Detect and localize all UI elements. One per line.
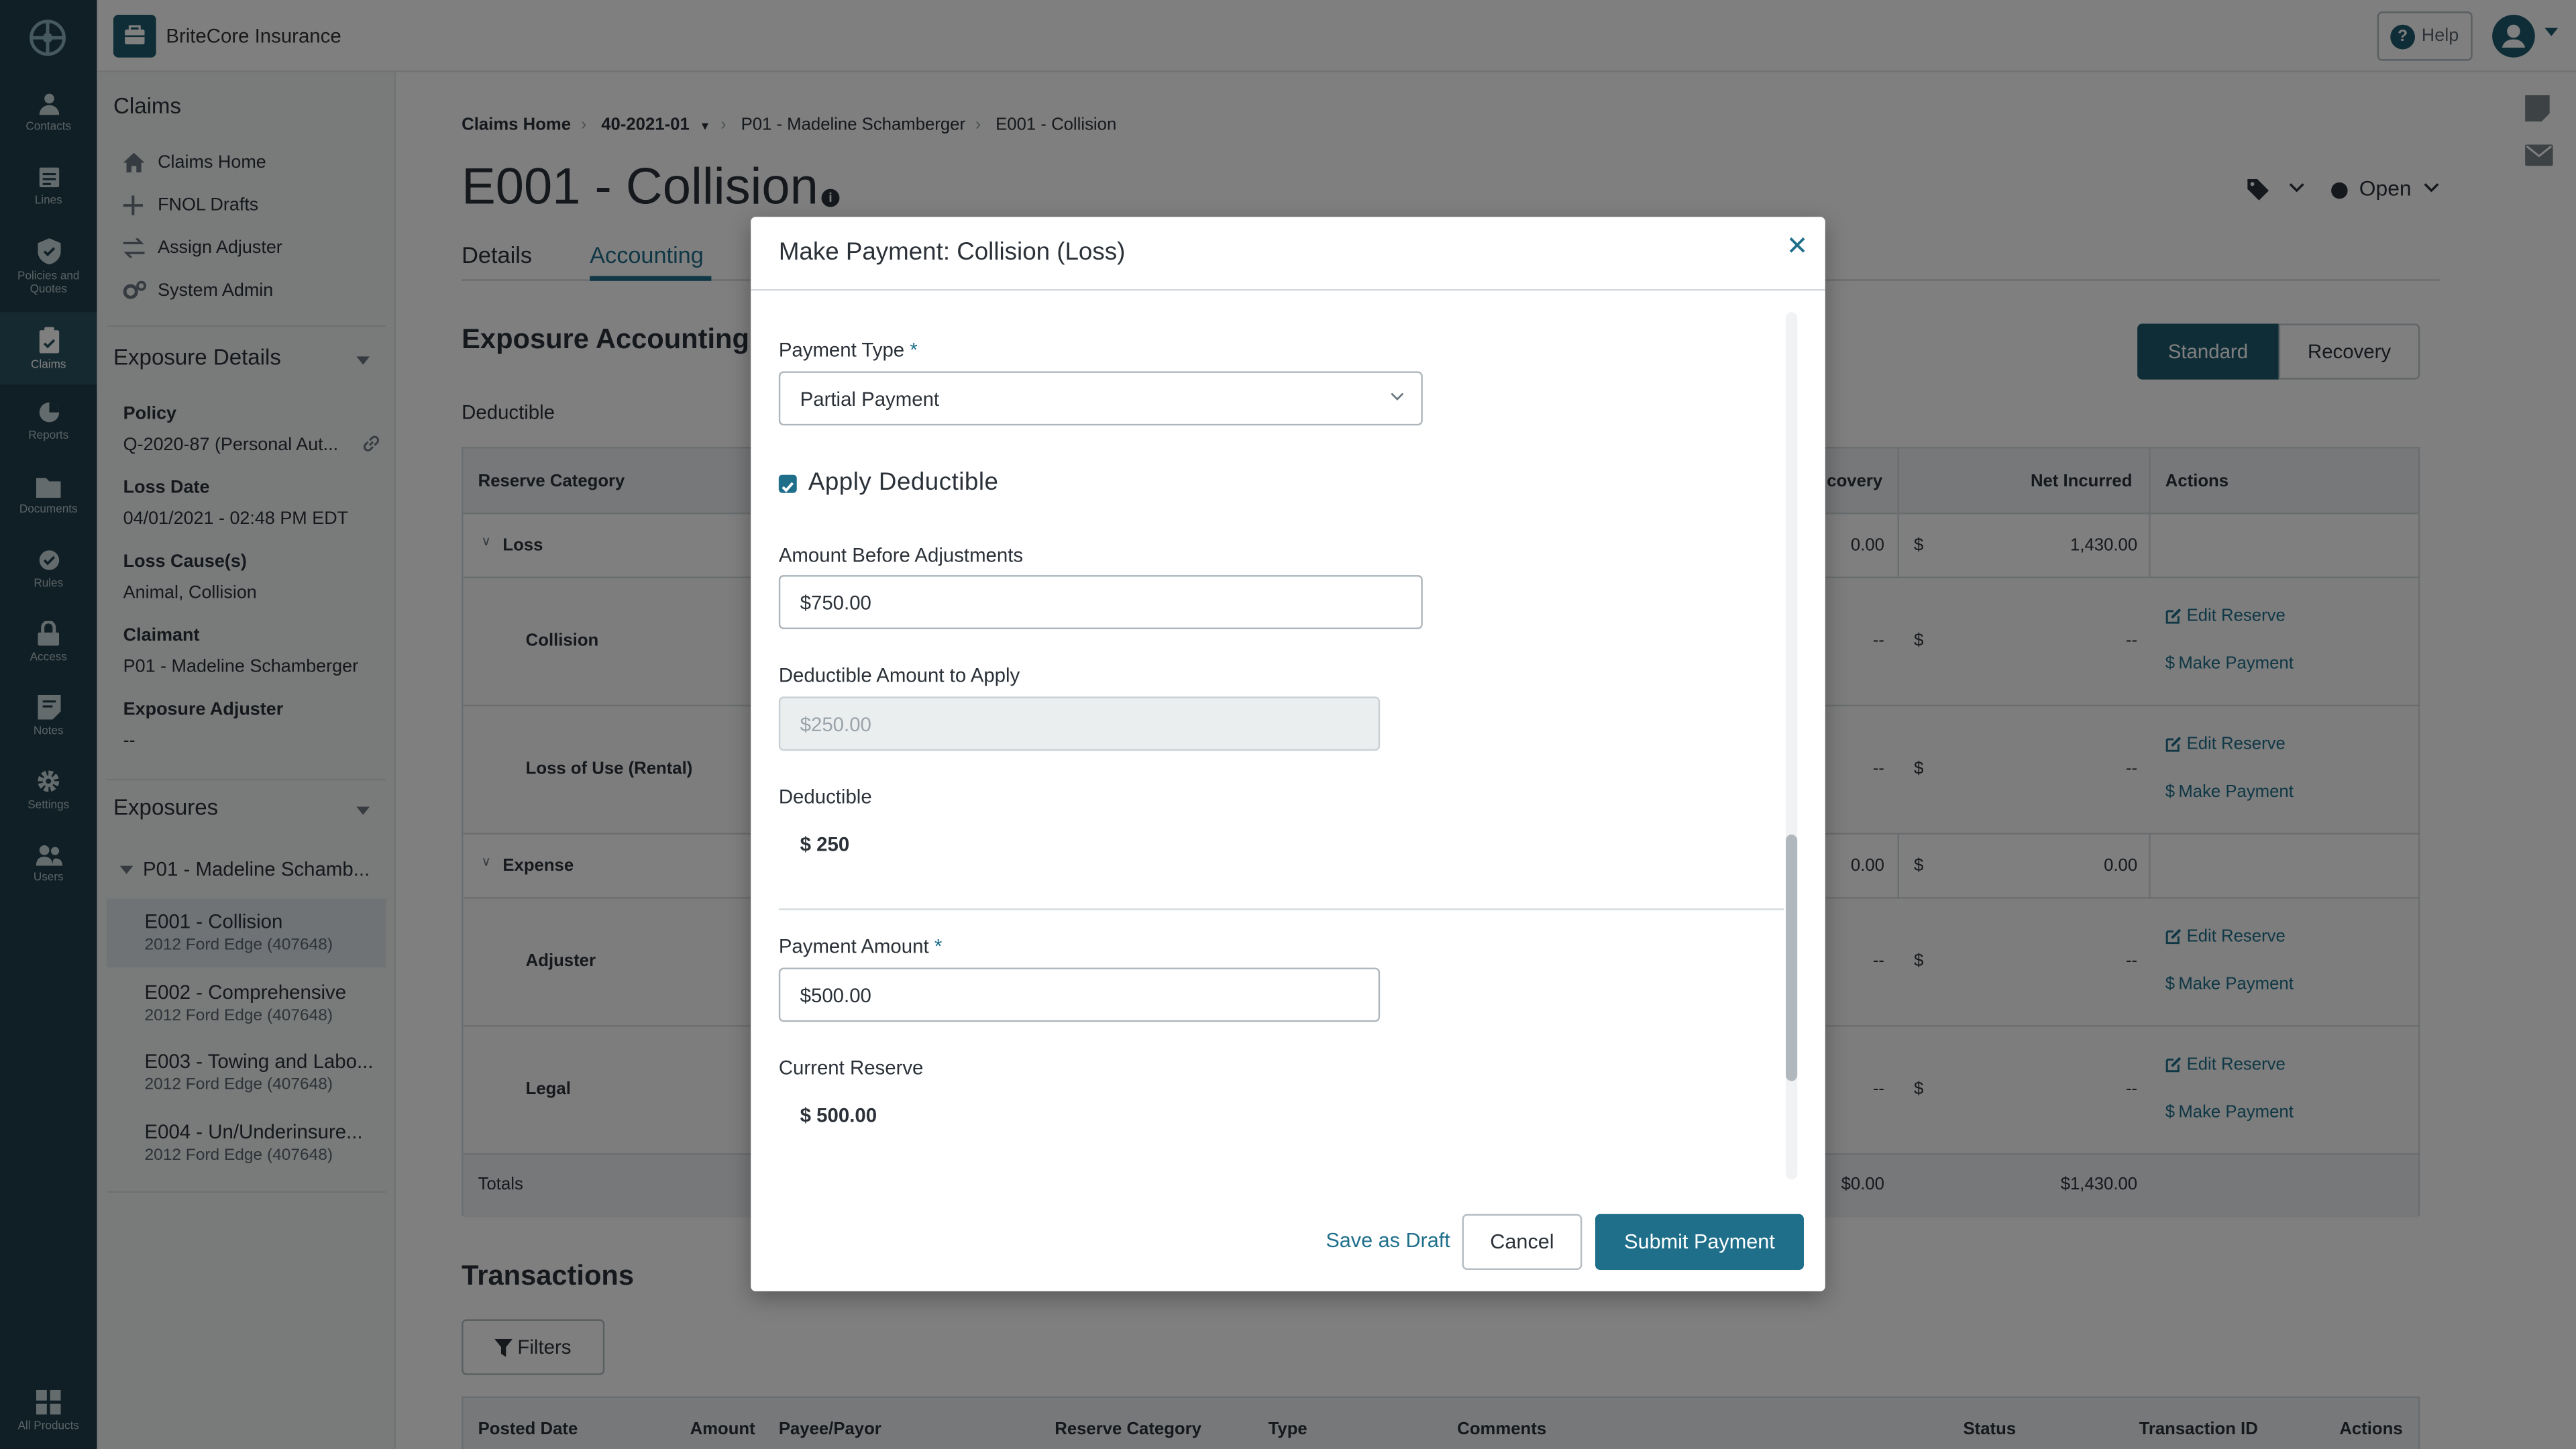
amount-before-input[interactable]: $750.00 (778, 575, 1423, 629)
amount-before-label: Amount Before Adjustments (778, 543, 1024, 567)
payment-amount-input[interactable]: $500.00 (778, 967, 1381, 1022)
deductible-apply-value: $250.00 (800, 712, 871, 737)
payment-type-select[interactable]: Partial Payment (778, 371, 1423, 426)
current-reserve-label: Current Reserve (778, 1056, 924, 1079)
payment-type-label: Payment Type * (779, 338, 918, 361)
save-as-draft-button[interactable]: Save as Draft (1326, 1229, 1450, 1252)
deductible-label: Deductible (778, 785, 872, 808)
payment-amount-value: $500.00 (800, 983, 871, 1008)
amount-before-value: $750.00 (800, 591, 871, 614)
current-reserve-value: $ 500.00 (800, 1104, 877, 1127)
required-marker: * (934, 934, 943, 958)
scrollbar-thumb[interactable] (1786, 835, 1798, 1081)
payment-type-label-text: Payment Type (778, 338, 905, 362)
submit-payment-button[interactable]: Submit Payment (1595, 1214, 1804, 1271)
payment-amount-label-text: Payment Amount (778, 934, 929, 958)
close-icon[interactable]: ✕ (1784, 234, 1811, 261)
modal-title: Make Payment: Collision (Loss) (778, 238, 1126, 266)
apply-deductible-label[interactable]: Apply Deductible (808, 468, 999, 496)
payment-amount-label: Payment Amount * (779, 934, 942, 957)
make-payment-dialog: Make Payment: Collision (Loss) ✕ Payment… (751, 217, 1825, 1291)
chevron-down-icon (1391, 392, 1404, 401)
deductible-apply-input: $250.00 (778, 696, 1381, 751)
modal-header: Make Payment: Collision (Loss) ✕ (751, 217, 1825, 291)
cancel-button[interactable]: Cancel (1462, 1214, 1582, 1271)
modal-divider (778, 908, 1784, 910)
deductible-apply-label: Deductible Amount to Apply (778, 663, 1020, 687)
required-marker: * (910, 338, 918, 362)
apply-deductible-checkbox[interactable] (778, 474, 797, 493)
deductible-value: $ 250 (800, 833, 850, 856)
app-root: Contacts Lines Policies and Quotes Claim… (0, 0, 2576, 1449)
payment-type-value: Partial Payment (800, 387, 940, 411)
